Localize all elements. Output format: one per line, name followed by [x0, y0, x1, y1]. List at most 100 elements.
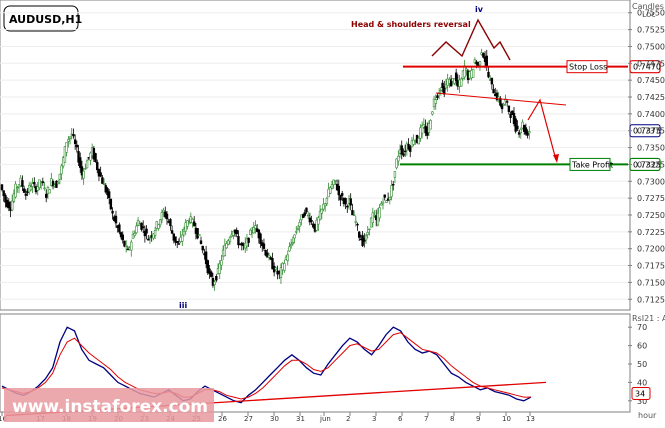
- x-tick-label: jun: [319, 415, 331, 423]
- candle-body: [99, 172, 102, 177]
- candle-body: [170, 230, 174, 234]
- candle-body: [124, 244, 128, 247]
- candle-body: [392, 183, 395, 186]
- candle-body: [145, 228, 148, 234]
- candle-body: [505, 101, 509, 103]
- candle-body: [67, 139, 70, 142]
- y-tick-label: 0.7300: [637, 177, 665, 186]
- x-tick-label: 26: [218, 415, 227, 423]
- candle-body: [289, 243, 293, 247]
- candle-body: [96, 162, 99, 171]
- candle-body: [153, 230, 157, 236]
- candle-body: [295, 231, 298, 233]
- y-tick-label: 0.7475: [637, 59, 665, 68]
- candle-body: [56, 182, 60, 184]
- x-tick-label: 2: [346, 415, 350, 423]
- candle-body: [485, 55, 488, 67]
- indicator-y-tick-label: 50: [637, 360, 647, 369]
- x-tick-label: 9: [476, 415, 480, 423]
- candle-body: [516, 125, 519, 130]
- candle-body: [24, 193, 28, 196]
- candle-body: [45, 193, 48, 198]
- candle-body: [94, 153, 97, 162]
- candle-body: [460, 78, 463, 87]
- candle-body: [340, 193, 344, 196]
- candle-body: [390, 185, 393, 197]
- candle-body: [177, 243, 181, 245]
- candle-body: [148, 237, 152, 239]
- candle-body: [507, 105, 511, 113]
- candle-body: [383, 194, 386, 198]
- indicator-title: RsI21 : AU: [632, 314, 665, 323]
- candle-body: [121, 234, 124, 241]
- candle-body: [38, 179, 41, 188]
- x-tick-label: 13: [526, 415, 535, 423]
- candle-body: [169, 219, 172, 227]
- candle-body: [352, 214, 356, 216]
- x-tick-label: 31: [296, 415, 305, 423]
- candle-body: [417, 137, 420, 145]
- candle-body: [196, 228, 199, 239]
- candle-body: [29, 186, 33, 191]
- candle-body: [385, 200, 388, 203]
- candle-body: [303, 212, 306, 216]
- indicator-y-tick-label: 60: [637, 342, 647, 351]
- candle-body: [165, 213, 169, 220]
- candle-body: [247, 237, 250, 243]
- candle-body: [291, 241, 295, 244]
- candle-body: [22, 188, 26, 193]
- candle-body: [102, 183, 106, 186]
- candle-body: [228, 237, 232, 242]
- candle-body: [471, 68, 475, 78]
- candle-body: [0, 184, 4, 191]
- candle-body: [293, 234, 296, 239]
- bottom-right-label: hour: [638, 411, 657, 420]
- candle-body: [114, 215, 118, 224]
- candle-body: [41, 181, 45, 184]
- candle-body: [133, 233, 136, 236]
- candle-body: [358, 231, 361, 238]
- candle-body: [528, 131, 531, 134]
- candle-body: [220, 260, 223, 266]
- candle-body: [130, 241, 133, 251]
- candle-body: [65, 142, 68, 153]
- watermark-text: www.instaforex.com: [12, 397, 208, 417]
- y-tick-label: 0.7400: [637, 110, 665, 119]
- pattern-label: Head & shoulders reversal: [351, 20, 471, 29]
- candle-body: [400, 145, 403, 155]
- candle-body: [393, 171, 397, 178]
- y-tick-label: 0.7500: [637, 42, 665, 51]
- chart-svg: AUDUSD,H1 Candles ; Clo Loc hour Stop Lo…: [0, 0, 665, 423]
- candle-body: [11, 200, 14, 211]
- candle-body: [434, 99, 437, 104]
- y-tick-label: 0.7150: [637, 278, 665, 287]
- candle-body: [349, 198, 352, 206]
- candle-body: [82, 170, 85, 179]
- candle-body: [397, 155, 400, 162]
- candle-body: [439, 89, 443, 92]
- candle-body: [283, 263, 286, 271]
- y-tick-label: 0.7200: [637, 245, 665, 254]
- indicator-current-label: 34: [635, 389, 645, 398]
- candle-body: [320, 208, 323, 214]
- candle-body: [14, 183, 17, 198]
- candle-body: [514, 118, 517, 132]
- candle-body: [371, 212, 375, 224]
- candle-body: [75, 144, 79, 148]
- candle-body: [378, 207, 381, 219]
- candle-body: [274, 267, 278, 270]
- y-tick-label: 0.7225: [637, 228, 665, 237]
- candle-body: [454, 72, 458, 81]
- y-tick-label: 0.7125: [637, 295, 665, 304]
- x-tick-label: 10: [502, 415, 511, 423]
- candle-body: [72, 134, 75, 137]
- candle-body: [237, 236, 240, 246]
- candle-body: [60, 165, 63, 175]
- candle-body: [193, 221, 196, 227]
- candle-body: [310, 220, 313, 222]
- candle-body: [288, 246, 291, 252]
- candle-body: [198, 234, 201, 237]
- candle-body: [298, 222, 301, 227]
- candle-body: [21, 180, 24, 187]
- x-tick-label: 27: [244, 415, 253, 423]
